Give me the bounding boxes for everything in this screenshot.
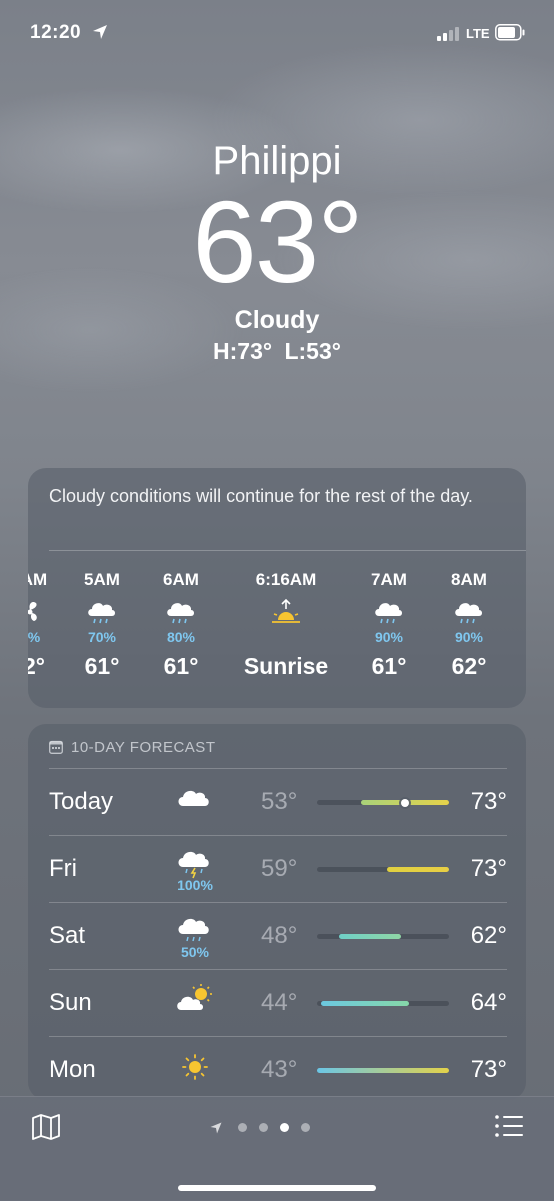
forecast-day: Fri (49, 855, 77, 882)
home-indicator[interactable] (178, 1185, 376, 1191)
forecast-precip: 100% (177, 877, 213, 893)
forecast-row[interactable]: Fri 100% 59° 73° (49, 835, 507, 902)
forecast-high: 62° (470, 922, 507, 949)
hour-time: 6:16AM (255, 570, 317, 589)
forecast-row[interactable]: Mon 43° 73° (49, 1036, 507, 1100)
temperature-range-bar (317, 1001, 449, 1006)
hour-precip: 90% (454, 629, 484, 645)
rain-cloud-icon (88, 603, 115, 624)
divider (49, 902, 507, 903)
high-low: H:73° L:53° (213, 338, 341, 364)
battery-icon (495, 24, 525, 41)
rain-cloud-icon (167, 603, 194, 624)
rain-cloud-icon (375, 603, 402, 624)
hour-time: 7AM (371, 570, 407, 589)
forecast-low: 43° (261, 1056, 298, 1083)
hour-item[interactable]: 8AM 90% 62° (429, 570, 509, 680)
hour-precip: 80% (166, 629, 196, 645)
forecast-high: 73° (470, 1056, 507, 1083)
forecast-low: 53° (261, 788, 298, 815)
page-dot[interactable] (238, 1123, 248, 1133)
divider (49, 969, 507, 970)
temperature-range-bar (317, 934, 449, 939)
forecast-day: Today (49, 788, 114, 815)
network-type: LTE (466, 26, 490, 41)
forecast-header: 10-DAY FORECAST (49, 738, 215, 758)
divider (49, 1036, 507, 1037)
forecast-day: Sat (49, 922, 86, 949)
status-time: 12:20 (30, 22, 82, 43)
divider (49, 835, 507, 836)
page-dot[interactable] (301, 1123, 311, 1133)
hourly-forecast-card[interactable]: Cloudy conditions will continue for the … (28, 468, 526, 708)
status-bar: 12:20 LTE (0, 0, 554, 64)
current-temp-dot (401, 798, 409, 807)
page-indicator[interactable] (210, 1119, 316, 1134)
ten-day-forecast-card[interactable]: 10-DAY FORECAST Today 53° 73° Fri 100% 5… (28, 724, 526, 1100)
forecast-row[interactable]: Today 53° 73° (49, 768, 507, 835)
temperature-range-fill (387, 867, 449, 872)
calendar-icon (49, 740, 63, 754)
hour-time: 8AM (451, 570, 487, 589)
rain-cloud-icon (455, 603, 482, 624)
temperature-range-fill (339, 934, 401, 939)
sun-icon (182, 1054, 208, 1080)
cloud-icon (178, 790, 209, 806)
page-dot[interactable] (280, 1123, 290, 1133)
rain-cloud-icon (178, 918, 209, 942)
forecast-high: 73° (470, 855, 507, 882)
hour-precip: 70% (87, 629, 117, 645)
current-location-icon (210, 1122, 222, 1134)
forecast-day: Sun (49, 989, 92, 1016)
temperature-range-bar (317, 867, 449, 872)
hour-time: 6AM (163, 570, 199, 589)
forecast-day: Mon (49, 1056, 96, 1083)
hour-temp: 61° (163, 653, 199, 679)
forecast-row[interactable]: Sat 50% 48° 62° (49, 902, 507, 969)
current-temperature: 63° (192, 177, 363, 307)
forecast-precip: 50% (180, 944, 210, 960)
hour-item[interactable]: 7AM 90% 61° (349, 570, 429, 680)
hour-item[interactable]: 6AM 80% 61° (141, 570, 221, 680)
forecast-low: 59° (261, 855, 298, 882)
divider (49, 550, 526, 551)
hourly-summary: Cloudy conditions will continue for the … (49, 486, 473, 506)
list-icon[interactable] (494, 1113, 524, 1139)
hour-temp: 62° (451, 653, 487, 679)
forecast-high: 64° (470, 989, 507, 1016)
current-weather: Philippi 63° Cloudy H:73° L:53° (0, 135, 554, 367)
forecast-row[interactable]: Sun 44° 64° (49, 969, 507, 1036)
temperature-range-fill (321, 1001, 410, 1006)
current-condition: Cloudy (234, 306, 320, 334)
hour-precip (231, 628, 341, 646)
sunrise-icon (272, 598, 300, 623)
signal-strength-icon (437, 27, 459, 41)
page-dot[interactable] (259, 1123, 269, 1133)
hour-temp: 61° (371, 653, 407, 679)
temperature-range-fill (317, 1068, 449, 1073)
forecast-high: 73° (470, 788, 507, 815)
map-icon[interactable] (31, 1113, 61, 1141)
thunderstorm-icon (178, 851, 209, 879)
hour-temp: 61° (84, 653, 120, 679)
forecast-low: 44° (261, 989, 298, 1016)
hour-precip: 90% (374, 629, 404, 645)
temperature-range-bar (317, 798, 449, 807)
forecast-header-label: 10-DAY FORECAST (71, 739, 216, 756)
forecast-low: 48° (261, 922, 298, 949)
divider (49, 768, 507, 769)
hour-item[interactable]: 5AM 70% 61° (62, 570, 142, 680)
hour-time: 5AM (84, 570, 120, 589)
fan-icon (28, 601, 37, 621)
hour-temp: Sunrise (243, 653, 329, 679)
partly-sunny-icon (177, 984, 212, 1010)
temperature-range-bar (317, 1068, 449, 1073)
location-arrow-icon (93, 25, 107, 39)
hour-item-sunrise[interactable]: 6:16AM Sunrise (231, 570, 341, 680)
